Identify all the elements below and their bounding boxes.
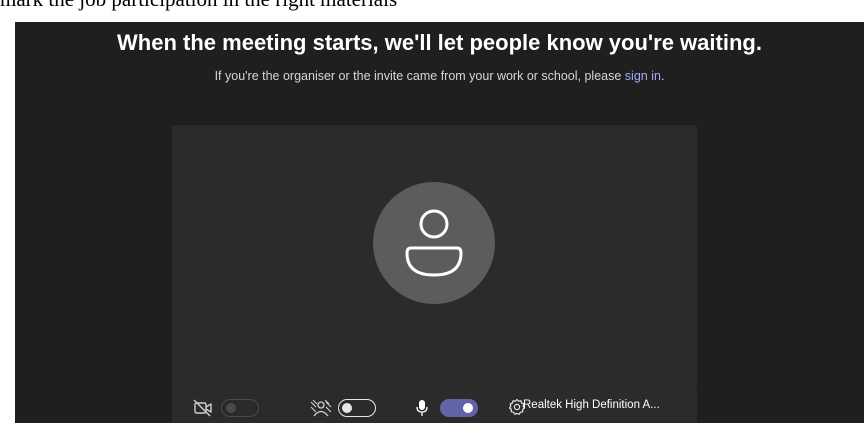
- audio-device-label[interactable]: Realtek High Definition A...: [523, 399, 660, 411]
- signin-prompt-period: .: [660, 69, 665, 83]
- background-effects-toggle-knob: [342, 402, 352, 413]
- cropped-text: mark the job participation in the right …: [0, 0, 397, 12]
- device-controls-bar: Realtek High Definition A...: [172, 391, 697, 423]
- signin-prompt-text: If you're the organiser or the invite ca…: [214, 69, 625, 83]
- camera-off-icon: [193, 399, 213, 422]
- microphone-toggle[interactable]: [440, 399, 478, 417]
- video-preview: [172, 125, 697, 391]
- camera-toggle-knob: [226, 403, 236, 413]
- microphone-toggle-knob: [463, 403, 473, 413]
- signin-prompt: If you're the organiser or the invite ca…: [15, 69, 864, 83]
- person-icon: [405, 209, 463, 277]
- camera-toggle[interactable]: [221, 399, 259, 417]
- meeting-prejoin-screen: When the meeting starts, we'll let peopl…: [15, 22, 864, 423]
- background-blur-icon: [310, 399, 332, 422]
- avatar: [373, 182, 495, 304]
- cropped-document-text-strip: mark the job participation in the right …: [0, 0, 864, 22]
- microphone-icon: [415, 399, 429, 422]
- sign-in-link[interactable]: sign in: [625, 69, 661, 83]
- waiting-heading: When the meeting starts, we'll let peopl…: [117, 30, 762, 55]
- background-effects-toggle[interactable]: [338, 399, 376, 417]
